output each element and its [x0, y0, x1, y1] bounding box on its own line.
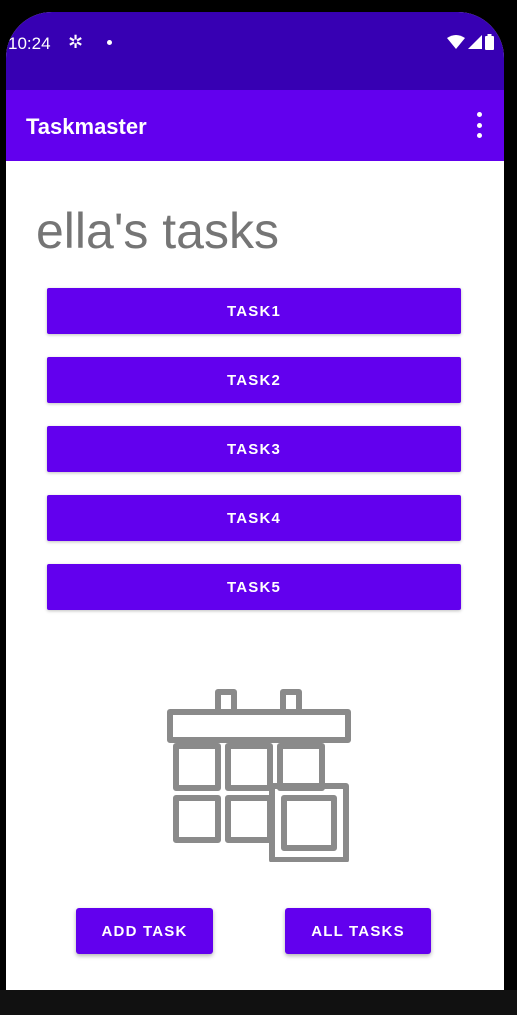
- add-task-button[interactable]: ADD TASK: [76, 908, 213, 954]
- device-frame: 10:24 ✲ Taskmaster ella's tasks TASK1 TA…: [0, 0, 517, 1015]
- navigation-strip: [0, 990, 517, 1015]
- status-time: 10:24: [8, 34, 51, 53]
- signal-icon: [468, 35, 482, 49]
- notification-dot-icon: [107, 40, 112, 45]
- calendar-grid-icon: [167, 689, 351, 862]
- gear-icon: ✲: [68, 32, 84, 52]
- task-button-1[interactable]: TASK1: [47, 288, 461, 334]
- app-title: Taskmaster: [26, 114, 147, 139]
- status-icons: [447, 34, 494, 50]
- app-screen: 10:24 ✲ Taskmaster ella's tasks TASK1 TA…: [6, 12, 504, 990]
- all-tasks-button[interactable]: ALL TASKS: [285, 908, 431, 954]
- wifi-icon: [447, 35, 465, 49]
- page-heading: ella's tasks: [36, 203, 279, 259]
- status-bar: 10:24 ✲: [6, 12, 504, 90]
- task-list: TASK1 TASK2 TASK3 TASK4 TASK5: [47, 288, 461, 633]
- task-button-3[interactable]: TASK3: [47, 426, 461, 472]
- task-button-2[interactable]: TASK2: [47, 357, 461, 403]
- battery-icon: [485, 34, 494, 50]
- task-button-4[interactable]: TASK4: [47, 495, 461, 541]
- overflow-menu-icon[interactable]: [474, 112, 484, 138]
- task-button-5[interactable]: TASK5: [47, 564, 461, 610]
- app-bar: Taskmaster: [6, 90, 504, 161]
